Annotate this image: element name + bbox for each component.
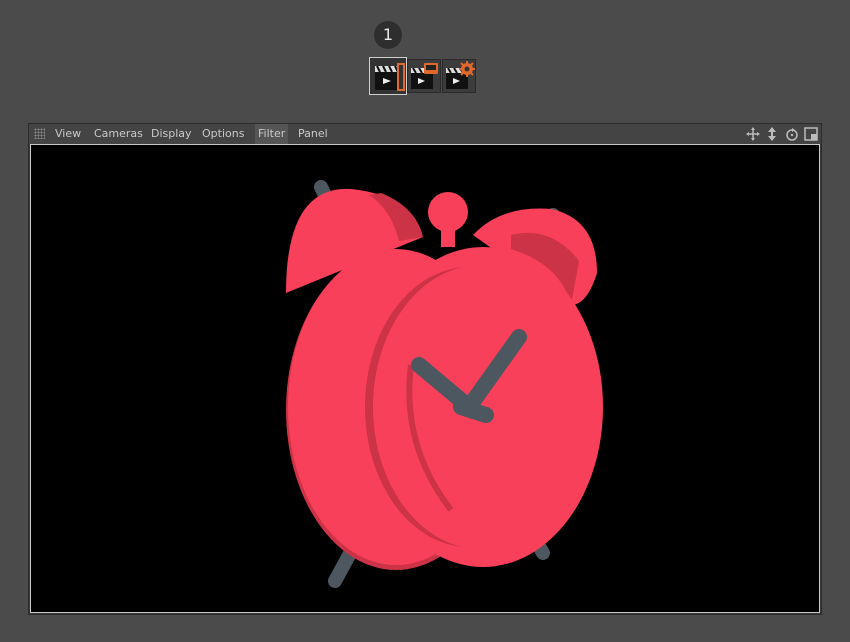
menu-view[interactable]: View <box>52 124 84 144</box>
render-picture-viewer-icon <box>411 63 438 89</box>
render-toolbar <box>369 57 480 95</box>
alarm-clock-render <box>286 180 603 588</box>
gear-clapperboard-icon <box>446 61 475 89</box>
menu-options[interactable]: Options <box>199 124 247 144</box>
menu-display[interactable]: Display <box>148 124 195 144</box>
render-view-button[interactable] <box>369 57 407 95</box>
menu-panel[interactable]: Panel <box>295 124 331 144</box>
viewport-canvas[interactable] <box>30 144 820 613</box>
panel-grip-icon[interactable] <box>34 128 45 139</box>
menu-filter[interactable]: Filter <box>255 124 289 144</box>
viewport-panel: View Cameras Display Options Filter Pane… <box>28 123 822 615</box>
rotate-icon[interactable] <box>784 126 800 142</box>
viewport-menubar: View Cameras Display Options Filter Pane… <box>29 124 821 144</box>
zoom-icon[interactable] <box>764 126 780 142</box>
render-settings-button[interactable] <box>442 59 476 93</box>
move-icon[interactable] <box>745 126 761 142</box>
toggle-view-icon[interactable] <box>803 126 819 142</box>
clapperboard-icon <box>375 63 405 91</box>
render-to-picture-viewer-button[interactable] <box>407 59 441 93</box>
menu-cameras[interactable]: Cameras <box>91 124 146 144</box>
viewport-nav-icons <box>745 126 820 142</box>
step-number-badge: 1 <box>374 21 402 49</box>
